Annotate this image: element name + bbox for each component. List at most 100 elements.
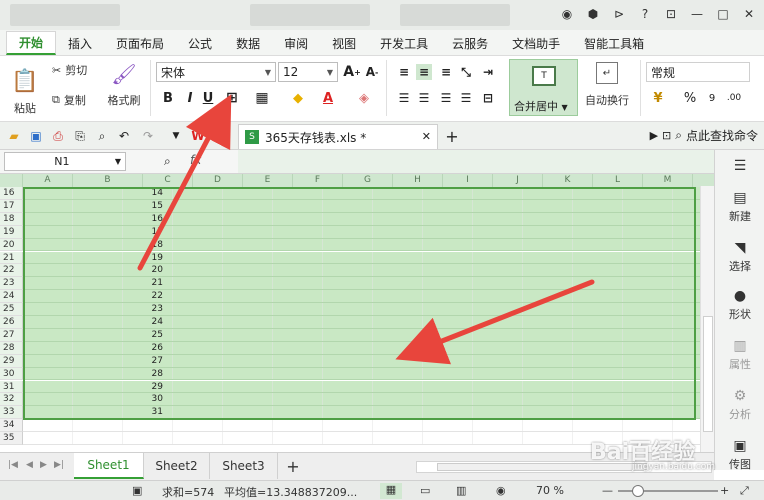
- cell-b[interactable]: 19: [143, 252, 163, 265]
- align-top-icon[interactable]: ≡: [396, 64, 412, 80]
- row-header[interactable]: 31: [0, 380, 23, 394]
- table-row[interactable]: 33 31: [0, 406, 714, 420]
- side-properties-button[interactable]: ▥ 属性: [715, 338, 764, 372]
- new-tab-icon[interactable]: +: [444, 127, 460, 146]
- table-row[interactable]: 22 20: [0, 264, 714, 278]
- cell-b[interactable]: 27: [143, 355, 163, 368]
- first-sheet-icon[interactable]: |◀: [8, 460, 18, 470]
- table-row[interactable]: 34: [0, 419, 714, 433]
- ribbon-toggle-icon[interactable]: ⊡: [662, 4, 680, 24]
- prev-sheet-icon[interactable]: ◀: [26, 460, 33, 470]
- row-header[interactable]: 18: [0, 212, 23, 226]
- row-cells[interactable]: 27: [23, 354, 714, 368]
- share-icon[interactable]: ⊳: [610, 4, 628, 24]
- cell-b[interactable]: 20: [143, 264, 163, 277]
- row-header[interactable]: 21: [0, 251, 23, 265]
- sheet-tab-sheet3[interactable]: Sheet3: [210, 453, 278, 479]
- cell-b[interactable]: 22: [143, 290, 163, 303]
- formula-input[interactable]: [238, 150, 714, 173]
- row-cells[interactable]: [23, 419, 714, 433]
- currency-icon[interactable]: ¥: [650, 90, 666, 106]
- cell-b[interactable]: 28: [143, 368, 163, 381]
- tab-doc-assistant[interactable]: 文档助手: [500, 31, 572, 55]
- zoom-search-icon[interactable]: ⌕: [164, 154, 171, 169]
- wps-logo-icon[interactable]: ◉: [558, 4, 576, 24]
- row-header[interactable]: 34: [0, 419, 23, 433]
- table-row[interactable]: 20 18: [0, 238, 714, 252]
- merge-center-button[interactable]: T 合并居中 ▼: [509, 59, 578, 116]
- italic-button[interactable]: I: [182, 90, 198, 106]
- gear-icon[interactable]: ⊡: [662, 129, 671, 142]
- table-row[interactable]: 25 23: [0, 303, 714, 316]
- add-sheet-button[interactable]: +: [278, 453, 308, 479]
- tab-view[interactable]: 视图: [320, 31, 368, 55]
- column-header[interactable]: B: [73, 174, 143, 187]
- sheet-tab-sheet2[interactable]: Sheet2: [144, 453, 210, 479]
- column-header[interactable]: E: [243, 174, 293, 187]
- row-cells[interactable]: 18: [23, 238, 714, 252]
- row-cells[interactable]: 17: [23, 225, 714, 239]
- zoom-level[interactable]: 70 %: [536, 484, 564, 497]
- cell-b[interactable]: 21: [143, 277, 163, 290]
- cell-style-icon[interactable]: ▦: [254, 90, 270, 106]
- table-row[interactable]: 17 15: [0, 199, 714, 213]
- undo-icon[interactable]: ↶: [116, 128, 132, 144]
- wrap-text-button[interactable]: ↵ 自动换行: [582, 60, 632, 108]
- tab-review[interactable]: 审阅: [272, 31, 320, 55]
- zoom-slider-thumb[interactable]: [632, 485, 644, 497]
- decimal-icon[interactable]: .00: [726, 90, 742, 106]
- table-row[interactable]: 18 16: [0, 212, 714, 226]
- indent-icon[interactable]: ⇥: [480, 64, 496, 80]
- row-cells[interactable]: 19: [23, 251, 714, 265]
- table-row[interactable]: 32 30: [0, 393, 714, 407]
- column-header[interactable]: J: [493, 174, 543, 187]
- row-header[interactable]: 33: [0, 406, 23, 420]
- column-header[interactable]: M: [643, 174, 693, 187]
- cell-b[interactable]: 16: [143, 213, 163, 226]
- folder-icon[interactable]: ▰: [6, 128, 22, 144]
- row-cells[interactable]: 22: [23, 290, 714, 304]
- table-row[interactable]: 29 27: [0, 354, 714, 368]
- format-painter-button[interactable]: 🖌 格式刷: [104, 60, 144, 108]
- row-cells[interactable]: 29: [23, 380, 714, 394]
- table-row[interactable]: 24 22: [0, 290, 714, 304]
- distribute-icon[interactable]: ⊟: [480, 90, 496, 106]
- row-cells[interactable]: 14: [23, 187, 714, 200]
- tab-formulas[interactable]: 公式: [176, 31, 224, 55]
- print-preview-icon[interactable]: ⎙: [50, 128, 66, 144]
- orientation-icon[interactable]: ⤡: [458, 64, 474, 80]
- side-analysis-button[interactable]: ⚙ 分析: [715, 388, 764, 422]
- row-header[interactable]: 23: [0, 277, 23, 291]
- column-header[interactable]: G: [343, 174, 393, 187]
- row-header[interactable]: 25: [0, 303, 23, 316]
- cell-b[interactable]: 31: [143, 406, 163, 419]
- cell-b[interactable]: 26: [143, 342, 163, 355]
- print-icon[interactable]: ⎘: [72, 128, 88, 144]
- tab-home[interactable]: 开始: [6, 31, 57, 55]
- row-header[interactable]: 28: [0, 341, 23, 355]
- column-header[interactable]: D: [193, 174, 243, 187]
- tab-smart-toolbox[interactable]: 智能工具箱: [572, 31, 656, 55]
- column-header[interactable]: I: [443, 174, 493, 187]
- number-format-select[interactable]: 常规: [646, 62, 750, 82]
- reading-mode-icon[interactable]: ◉: [496, 484, 506, 497]
- vertical-scrollbar[interactable]: [700, 186, 714, 452]
- underline-button[interactable]: U: [200, 90, 216, 106]
- column-header[interactable]: F: [293, 174, 343, 187]
- tab-insert[interactable]: 插入: [56, 31, 104, 55]
- last-sheet-icon[interactable]: ▶|: [54, 460, 64, 470]
- tab-data[interactable]: 数据: [224, 31, 272, 55]
- side-upload-button[interactable]: ▣ 传图: [715, 438, 764, 472]
- column-header[interactable]: A: [23, 174, 73, 187]
- row-header[interactable]: 20: [0, 238, 23, 252]
- column-header[interactable]: K: [543, 174, 593, 187]
- table-row[interactable]: 27 25: [0, 328, 714, 342]
- cell-b[interactable]: 25: [143, 329, 163, 342]
- row-cells[interactable]: 25: [23, 328, 714, 342]
- row-header[interactable]: 16: [0, 187, 23, 200]
- table-row[interactable]: 31 29: [0, 380, 714, 394]
- row-header[interactable]: 26: [0, 316, 23, 329]
- column-header[interactable]: C: [143, 174, 193, 187]
- table-row[interactable]: 28 26: [0, 341, 714, 355]
- cell-b[interactable]: 17: [143, 226, 163, 239]
